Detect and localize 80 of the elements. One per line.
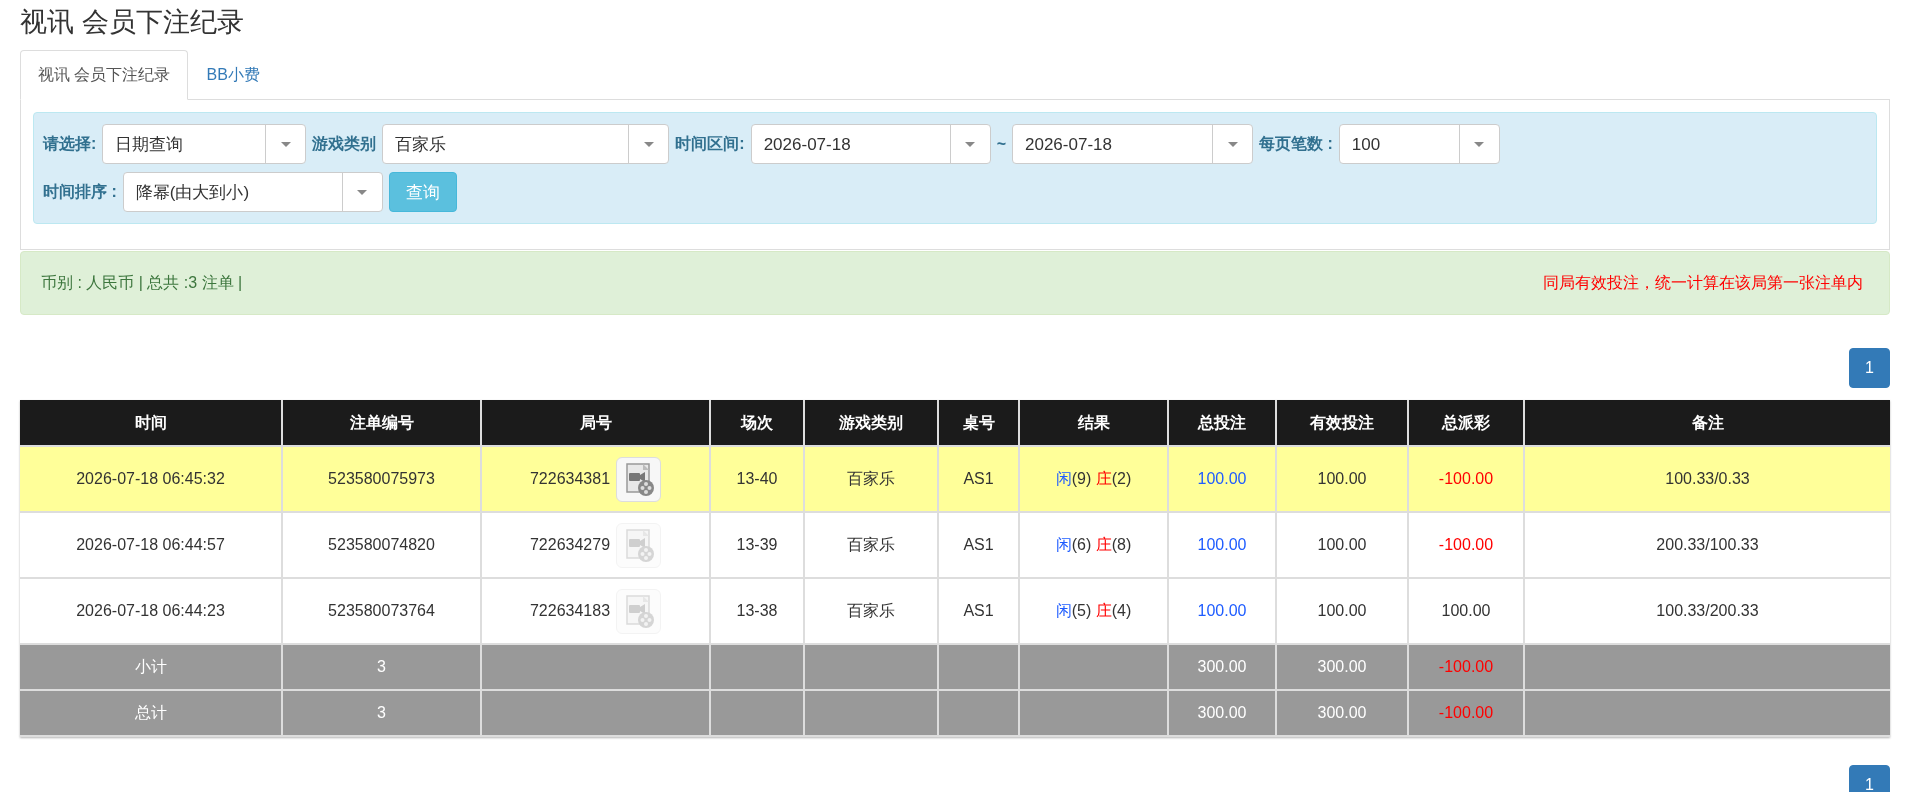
table-cell: 100.00	[1276, 578, 1408, 645]
caret-icon	[1474, 141, 1485, 147]
table-cell: 523580074820	[282, 512, 481, 579]
column-header: 备注	[1524, 400, 1890, 447]
table-cell: 300.00	[1168, 690, 1276, 737]
column-header: 结果	[1019, 400, 1168, 447]
table-cell: 100.00	[1168, 578, 1276, 645]
table-cell: 100.00	[1168, 446, 1276, 513]
dropdown[interactable]: 2026-07-18	[750, 124, 991, 165]
range-separator: ~	[996, 134, 1006, 155]
dropdown[interactable]: 100	[1338, 124, 1500, 165]
filter-label: 游戏类别	[312, 134, 377, 155]
table-cell: 百家乐	[804, 512, 938, 579]
filter-label: 时间区间:	[675, 134, 745, 155]
table-cell: -100.00	[1408, 690, 1524, 737]
table-cell: 总计	[20, 690, 282, 737]
tab[interactable]: BB小费	[188, 50, 278, 101]
table-cell: 3	[282, 644, 481, 691]
table-cell: 2026-07-18 06:45:32	[20, 446, 282, 513]
column-header: 有效投注	[1276, 400, 1408, 447]
column-header: 注单编号	[282, 400, 481, 447]
column-header: 总投注	[1168, 400, 1276, 447]
column-header: 局号	[481, 400, 710, 447]
table-cell: 523580075973	[282, 446, 481, 513]
table-cell: 闲(9) 庄(2)	[1019, 446, 1168, 513]
video-button[interactable]	[616, 456, 662, 502]
column-header: 场次	[710, 400, 804, 447]
table-cell: 722634279	[529, 535, 611, 553]
table-cell: 闲(6) 庄(8)	[1019, 512, 1168, 579]
table-cell: 13-39	[710, 512, 804, 579]
table-cell: 722634183	[529, 601, 611, 619]
dropdown[interactable]: 2026-07-18	[1012, 124, 1253, 165]
page-title: 视讯 会员下注纪录	[20, 6, 245, 39]
filter-label: 每页笔数 :	[1259, 134, 1333, 155]
table-cell: 100.33/0.33	[1524, 446, 1890, 513]
table-cell: -100.00	[1408, 446, 1524, 513]
column-header: 桌号	[938, 400, 1019, 447]
table-cell: 2026-07-18 06:44:57	[20, 512, 282, 579]
dropdown[interactable]: 日期查询	[102, 124, 307, 165]
caret-icon	[357, 189, 368, 195]
summary-text: 币别 : 人民币 | 总共 :3 注单 |	[41, 273, 243, 294]
table-cell: 100.00	[1276, 446, 1408, 513]
table-cell: 722634381	[529, 469, 611, 487]
page-button[interactable]: 1	[1849, 765, 1890, 792]
column-header: 游戏类别	[804, 400, 938, 447]
table-cell: 100.00	[1276, 512, 1408, 579]
table-cell: 百家乐	[804, 578, 938, 645]
table-cell: AS1	[938, 446, 1019, 513]
filter-label: 时间排序 :	[43, 182, 117, 203]
table-cell: 闲(5) 庄(4)	[1019, 578, 1168, 645]
table-cell: AS1	[938, 578, 1019, 645]
table-cell: 2026-07-18 06:44:23	[20, 578, 282, 645]
table-cell: 100.00	[1168, 512, 1276, 579]
dropdown[interactable]: 百家乐	[382, 124, 670, 165]
notice-text: 同局有效投注，统一计算在该局第一张注单内	[1543, 273, 1863, 294]
caret-icon	[965, 141, 976, 147]
page-button[interactable]: 1	[1849, 348, 1890, 389]
table-cell: 200.33/100.33	[1524, 512, 1890, 579]
caret-icon	[280, 141, 291, 147]
table-cell: 300.00	[1276, 690, 1408, 737]
table-cell: -100.00	[1408, 644, 1524, 691]
table-cell: AS1	[938, 512, 1019, 579]
table-cell: 13-40	[710, 446, 804, 513]
table-cell: 300.00	[1276, 644, 1408, 691]
caret-icon	[1227, 141, 1238, 147]
caret-icon	[643, 141, 654, 147]
tab[interactable]: 视讯 会员下注纪录	[20, 50, 189, 101]
table-cell: -100.00	[1408, 512, 1524, 579]
table-cell: 小计	[20, 644, 282, 691]
table-cell: 100.00	[1408, 578, 1524, 645]
dropdown[interactable]: 降幂(由大到小)	[122, 172, 383, 213]
filter-label: 请选择:	[43, 134, 97, 155]
table-cell: 100.33/200.33	[1524, 578, 1890, 645]
table-cell: 300.00	[1168, 644, 1276, 691]
table-cell: 523580073764	[282, 578, 481, 645]
table-cell: 3	[282, 690, 481, 737]
table-cell: 13-38	[710, 578, 804, 645]
column-header: 时间	[20, 400, 282, 447]
column-header: 总派彩	[1408, 400, 1524, 447]
table-cell: 百家乐	[804, 446, 938, 513]
